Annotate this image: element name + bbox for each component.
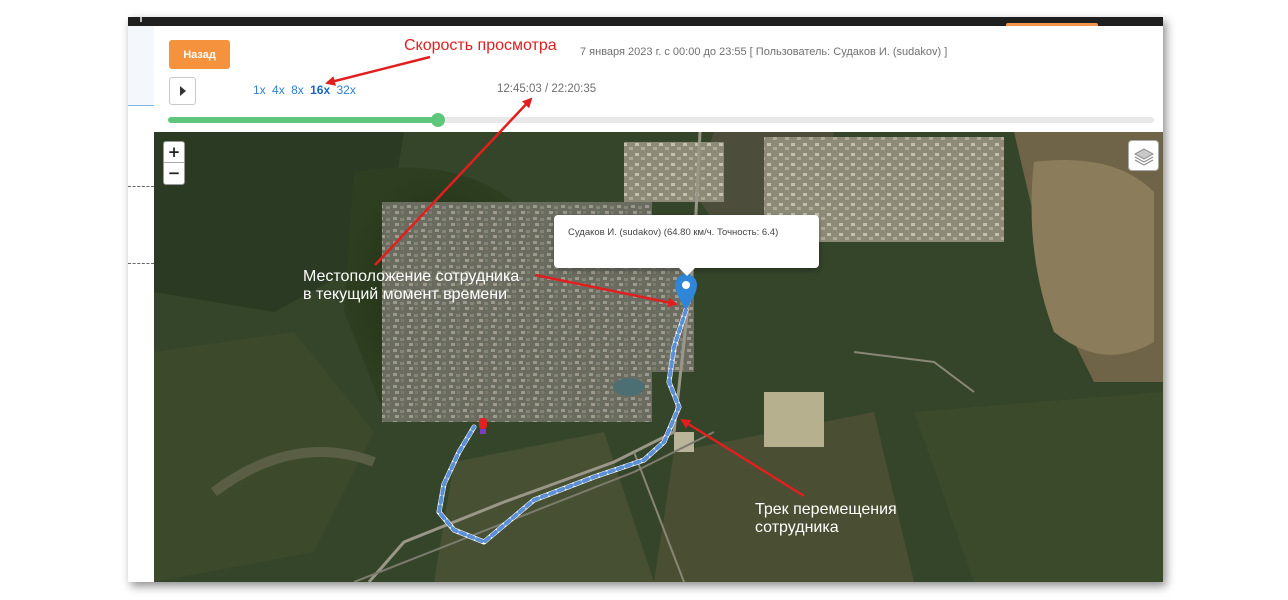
arrow-to-speed — [325, 55, 431, 86]
annotation-location-line1: Местоположение сотрудника — [303, 268, 520, 285]
annotation-track-line1: Трек перемещения — [755, 501, 897, 518]
annotation-location-line2: в текущий момент времени — [303, 286, 508, 303]
annotation-track: Трек перемещения сотрудника — [755, 501, 897, 537]
tutorial-figure: Назад 7 января 2023 г. с 00:00 до 23:55 … — [0, 0, 1288, 600]
annotation-location: Местоположение сотрудника в текущий моме… — [303, 268, 519, 304]
arrow-to-time — [374, 97, 533, 266]
arrow-to-track — [680, 418, 805, 498]
annotation-speed: Скорость просмотра — [404, 37, 557, 54]
arrow-to-location — [534, 273, 678, 308]
annotation-arrows — [325, 55, 805, 498]
annotation-track-line2: сотрудника — [755, 519, 839, 536]
